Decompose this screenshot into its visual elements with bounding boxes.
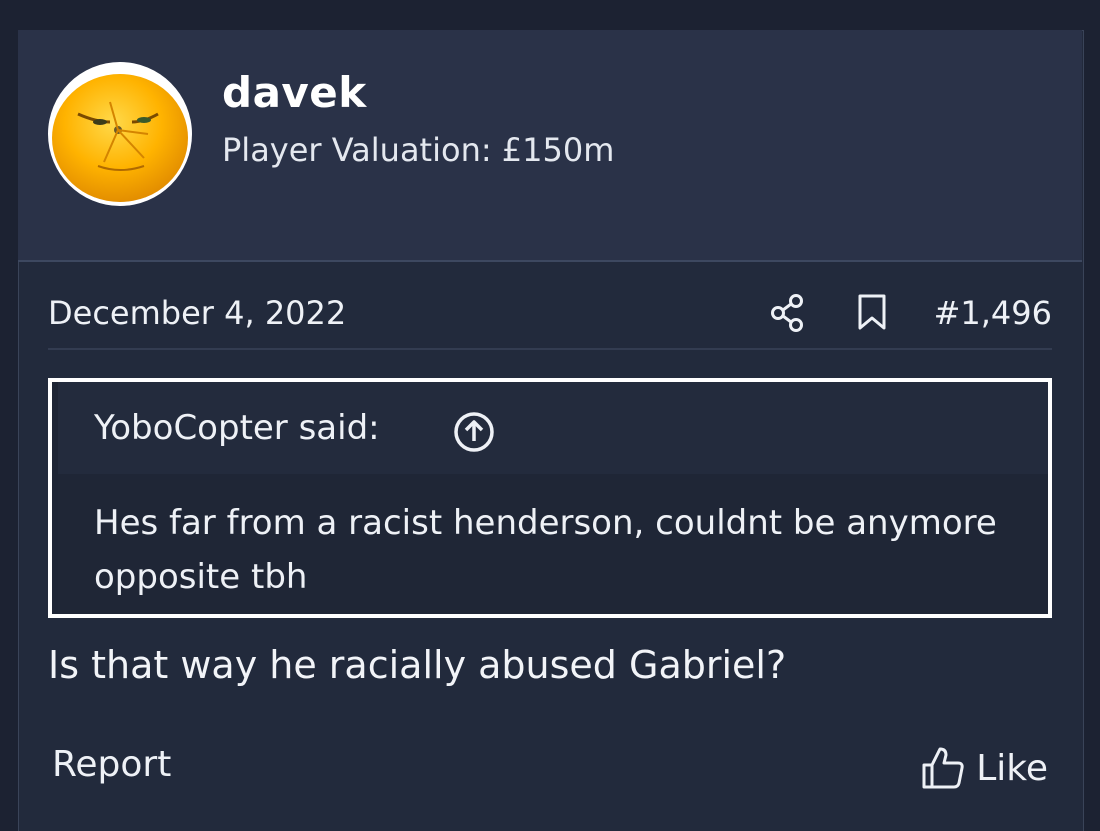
like-label: Like [976, 747, 1048, 789]
share-button[interactable] [770, 292, 806, 332]
post-date[interactable]: December 4, 2022 [48, 294, 346, 332]
arrow-up-circle-icon [454, 412, 494, 452]
user-title: Player Valuation: £150m [222, 131, 615, 169]
share-icon [771, 294, 803, 332]
post-meta: December 4, 2022 #1,496 [48, 288, 1052, 350]
quote-block: YoboCopter said: Hes far from a racist h… [48, 378, 1052, 618]
quote-jump-button[interactable] [452, 410, 496, 454]
username[interactable]: davek [222, 68, 367, 117]
avatar[interactable] [48, 62, 192, 206]
post-number[interactable]: #1,496 [934, 294, 1052, 332]
quote-text: Hes far from a racist henderson, couldnt… [94, 503, 997, 597]
user-header: davek Player Valuation: £150m [18, 30, 1082, 262]
quote-author[interactable]: YoboCopter said: [94, 408, 380, 448]
report-button[interactable]: Report [52, 744, 171, 785]
like-button[interactable]: Like [920, 744, 1048, 792]
quote-header: YoboCopter said: [58, 382, 1048, 474]
orange-face-avatar-icon [52, 74, 188, 202]
bookmark-icon [858, 294, 886, 330]
bookmark-button[interactable] [854, 292, 890, 332]
post-body: Is that way he racially abused Gabriel? [48, 643, 787, 687]
thumbs-up-icon [922, 747, 964, 789]
